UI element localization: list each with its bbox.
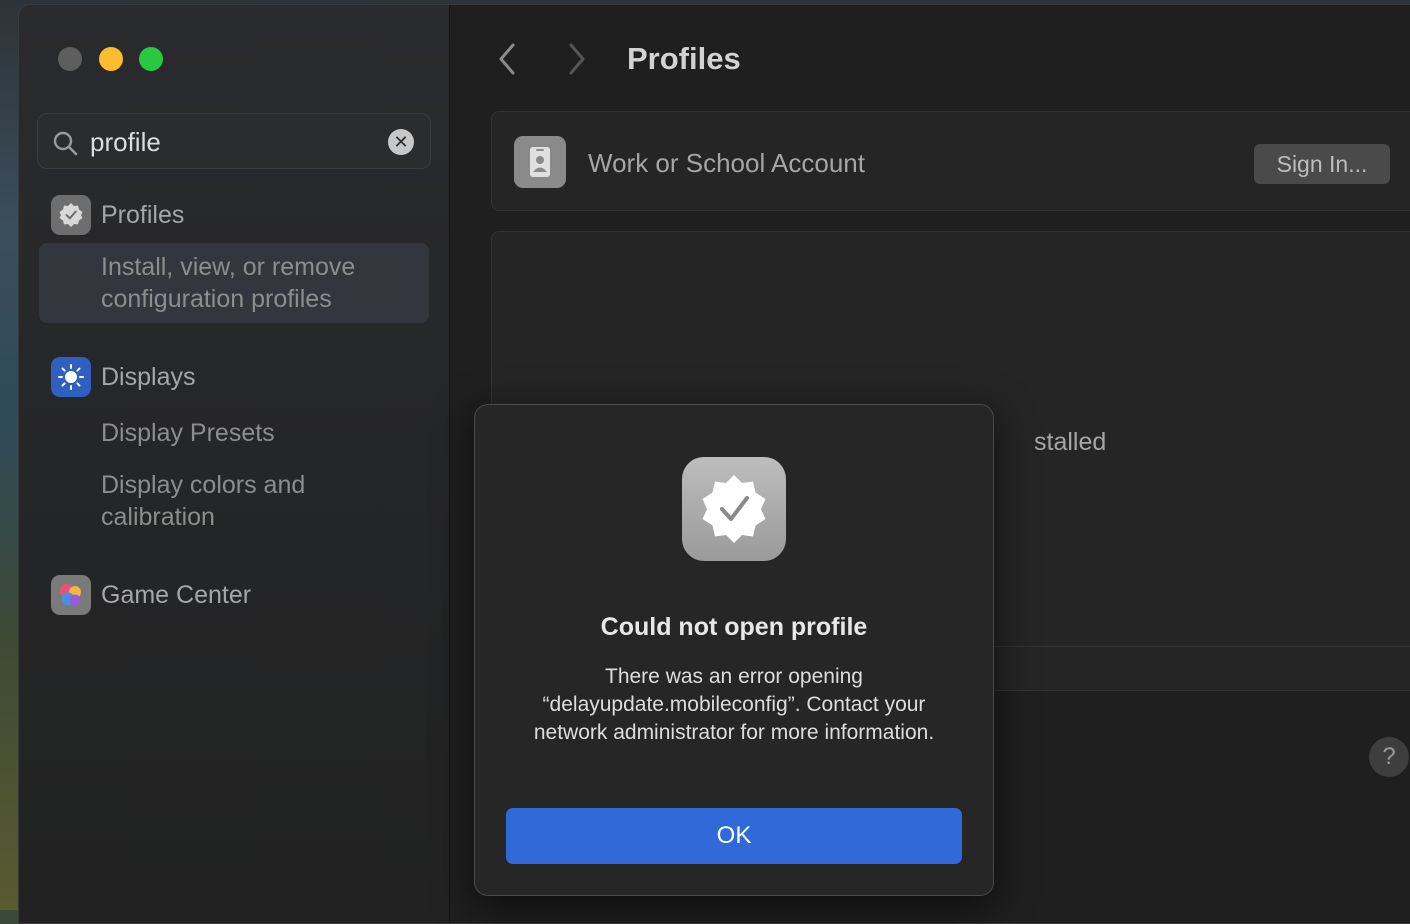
id-badge-icon — [514, 136, 566, 188]
game-center-icon — [51, 575, 91, 615]
subitem-label: configuration profiles — [101, 285, 332, 313]
dialog-title: Could not open profile — [600, 613, 868, 641]
subitem-label: Install, view, or remove — [101, 253, 356, 281]
back-button[interactable] — [495, 39, 525, 79]
sidebar-item-label: Game Center — [101, 580, 252, 609]
minimize-window-button[interactable] — [99, 47, 123, 71]
help-button[interactable]: ? — [1369, 737, 1409, 777]
sidebar-subitem-display-colors[interactable]: Display colors and — [101, 469, 305, 501]
work-school-account-row: Work or School Account Sign In... — [491, 111, 1410, 211]
sign-in-button[interactable]: Sign In... — [1254, 144, 1390, 184]
forward-button[interactable] — [565, 39, 595, 79]
clear-search-icon[interactable]: ✕ — [388, 129, 414, 155]
close-window-button[interactable] — [58, 47, 82, 71]
maximize-window-button[interactable] — [139, 47, 163, 71]
account-label: Work or School Account — [588, 148, 865, 178]
search-input[interactable] — [90, 126, 380, 158]
sidebar-item-label: Profiles — [101, 200, 185, 229]
sidebar-item-displays[interactable]: Displays — [51, 357, 195, 397]
dialog-message: There was an error opening “delayupdate.… — [533, 665, 935, 744]
empty-state-text: stalled — [1034, 428, 1107, 456]
page-title: Profiles — [627, 41, 741, 76]
error-dialog: Could not open profile There was an erro… — [474, 404, 994, 896]
search-field[interactable]: ✕ — [37, 113, 431, 169]
search-icon — [53, 131, 78, 156]
sidebar-item-profiles[interactable]: Profiles — [51, 195, 184, 235]
profile-badge-icon — [682, 457, 786, 561]
ok-button[interactable]: OK — [506, 808, 962, 864]
sun-icon — [51, 357, 91, 397]
sidebar-subitem-display-presets[interactable]: Display Presets — [101, 417, 275, 449]
sidebar-subitem-configuration-profiles[interactable]: Install, view, or remove configuration p… — [39, 243, 429, 323]
sidebar-subitem-display-colors-line2[interactable]: calibration — [101, 501, 215, 533]
profiles-badge-icon — [51, 195, 91, 235]
sidebar-item-game-center[interactable]: Game Center — [51, 575, 251, 615]
sidebar-item-label: Displays — [101, 362, 196, 391]
sidebar: ✕ Profiles Install, view, or remove conf… — [19, 5, 450, 923]
